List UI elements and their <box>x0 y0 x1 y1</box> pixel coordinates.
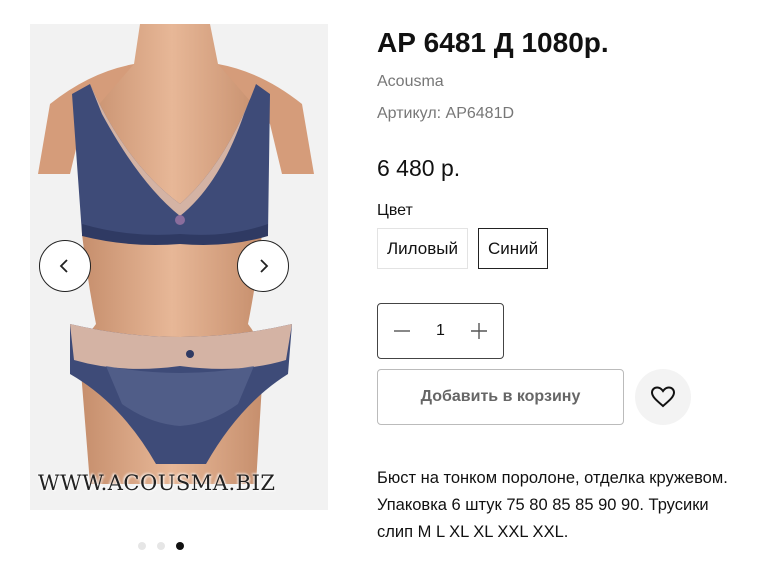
quantity-stepper: 1 <box>377 303 504 359</box>
watermark-text: WWW.ACOUSMA.BIZ <box>38 471 276 495</box>
product-price: 6 480 р. <box>377 155 461 181</box>
color-option-lilac[interactable]: Лиловый <box>377 228 468 269</box>
color-option-blue[interactable]: Синий <box>477 228 549 269</box>
color-label: Цвет <box>377 202 413 219</box>
minus-icon <box>394 330 410 332</box>
gallery-prev-button[interactable] <box>39 240 91 292</box>
product-title: АР 6481 Д 1080р. <box>377 27 609 58</box>
plus-icon <box>471 323 487 339</box>
gallery-dot-3[interactable] <box>176 542 184 550</box>
gallery-dot-2[interactable] <box>157 542 165 550</box>
quantity-value[interactable]: 1 <box>436 322 445 340</box>
product-sku: Артикул: AP6481D <box>377 105 515 122</box>
gallery-dot-1[interactable] <box>138 542 146 550</box>
heart-icon <box>650 386 676 408</box>
wishlist-button[interactable] <box>635 369 691 425</box>
gallery-next-button[interactable] <box>237 240 289 292</box>
quantity-decrease-button[interactable] <box>392 321 412 341</box>
color-options: Лиловый Синий <box>377 228 549 269</box>
add-to-cart-button[interactable]: Добавить в корзину <box>377 369 624 425</box>
chevron-left-icon <box>59 259 68 273</box>
quantity-increase-button[interactable] <box>469 321 489 341</box>
product-brand[interactable]: Acousma <box>377 73 444 91</box>
product-description: Бюст на тонком поролоне, отделка кружево… <box>377 469 728 541</box>
chevron-right-icon <box>260 259 269 273</box>
gallery-pagination <box>138 542 184 550</box>
